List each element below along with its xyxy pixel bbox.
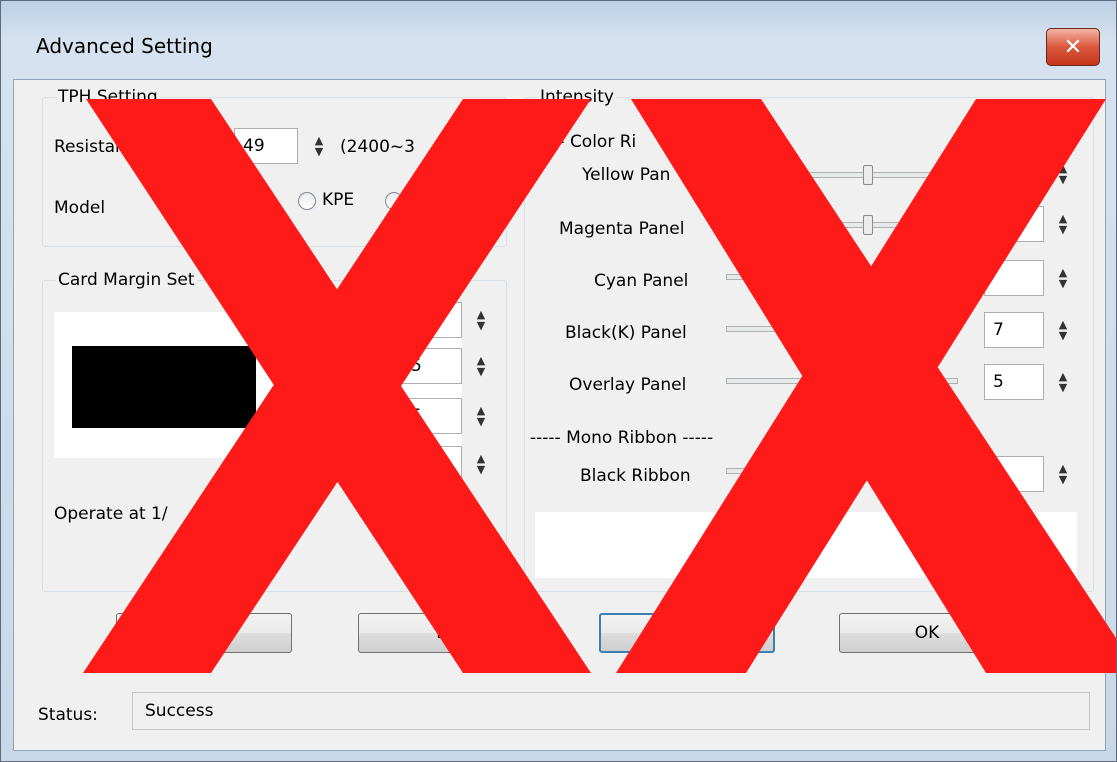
magenta-panel-label: Magenta Panel [559, 219, 685, 239]
status-label: Status: [38, 705, 98, 725]
black-ribbon-label: Black Ribbon [580, 466, 691, 486]
resistance-range-label: (2400~3 [340, 137, 415, 157]
close-icon[interactable]: ✕ [1046, 28, 1100, 66]
cyan-panel-slider[interactable] [726, 267, 958, 287]
slider-thumb[interactable] [863, 267, 873, 287]
slider-thumb[interactable] [863, 319, 873, 339]
tph-setting-label: TPH Setting [56, 87, 160, 107]
dialog-client-area: TPH Setting Resistan 49 ▲ ▼ (2400~3 Model… [13, 79, 1106, 751]
operate-label: Operate at 1/ [54, 504, 168, 524]
cyan-panel-value[interactable] [984, 260, 1044, 296]
intensity-blank-area [535, 512, 1077, 578]
black-k-panel-slider[interactable] [726, 319, 958, 339]
spin-down-icon[interactable]: ▼ [1059, 224, 1067, 235]
button-1[interactable] [116, 613, 292, 653]
spin-down-icon[interactable]: ▼ [1059, 382, 1067, 393]
black-k-panel-label: Black(K) Panel [565, 323, 687, 343]
cyan-panel-spinner[interactable]: ▲ ▼ [1054, 260, 1072, 296]
button-3[interactable] [599, 613, 775, 653]
margin-spinner-4[interactable]: ▲ ▼ [472, 446, 490, 482]
margin-spinner-3[interactable]: ▲ ▼ [472, 398, 490, 434]
spin-down-icon[interactable]: ▼ [1059, 474, 1067, 485]
window-title: Advanced Setting [36, 34, 213, 58]
resistance-spinner[interactable]: ▲ ▼ [310, 128, 328, 164]
mono-ribbon-header: ----- Mono Ribbon ----- [530, 428, 714, 448]
status-field: Success [132, 692, 1090, 730]
spin-down-icon[interactable]: ▼ [1059, 174, 1067, 185]
spin-down-icon[interactable]: ▼ [477, 366, 485, 377]
spin-down-icon[interactable]: ▼ [477, 320, 485, 331]
spin-down-icon[interactable]: ▼ [477, 416, 485, 427]
color-ribbon-header: ---- Color Ri [540, 132, 637, 152]
magenta-panel-value[interactable] [984, 206, 1044, 242]
resistance-input[interactable]: 49 [234, 128, 298, 164]
spin-down-icon[interactable]: ▼ [1059, 278, 1067, 289]
tph-setting-group [42, 97, 507, 247]
model-radio-other[interactable] [385, 192, 403, 210]
ok-button[interactable]: OK [839, 613, 1015, 653]
model-radio-kpe[interactable] [298, 192, 316, 210]
black-ribbon-slider[interactable] [726, 461, 958, 481]
yellow-panel-value[interactable] [984, 156, 1044, 192]
resistance-label: Resistan [54, 137, 126, 157]
slider-thumb[interactable] [863, 371, 873, 391]
card-margin-label: Card Margin Set [56, 270, 197, 290]
slider-thumb[interactable] [863, 461, 873, 481]
margin-field-3[interactable]: 5 [402, 398, 462, 434]
magenta-panel-spinner[interactable]: ▲ ▼ [1054, 206, 1072, 242]
yellow-panel-label: Yellow Pan [582, 165, 671, 185]
yellow-panel-spinner[interactable]: ▲ ▼ [1054, 156, 1072, 192]
margin-spinner-2[interactable]: ▲ ▼ [472, 348, 490, 384]
black-ribbon-spinner[interactable]: ▲ ▼ [1054, 456, 1072, 492]
spin-down-icon[interactable]: ▼ [1059, 330, 1067, 341]
slider-thumb[interactable] [863, 215, 873, 235]
margin-field-2[interactable]: 5 [402, 348, 462, 384]
card-preview-black [72, 346, 256, 428]
black-k-panel-value[interactable]: 7 [984, 312, 1044, 348]
overlay-panel-value[interactable]: 5 [984, 364, 1044, 400]
load-button[interactable]: Lo [358, 613, 534, 653]
model-kpe-label: KPE [322, 190, 355, 210]
margin-field-4[interactable] [402, 446, 462, 482]
overlay-panel-label: Overlay Panel [569, 375, 687, 395]
cyan-panel-label: Cyan Panel [594, 271, 689, 291]
black-ribbon-value[interactable]: 5 [984, 456, 1044, 492]
magenta-panel-slider[interactable] [726, 215, 958, 235]
advanced-setting-window: Advanced Setting ✕ TPH Setting Resistan … [0, 0, 1117, 762]
black-k-panel-spinner[interactable]: ▲ ▼ [1054, 312, 1072, 348]
spin-down-icon[interactable]: ▼ [315, 146, 323, 157]
spin-down-icon[interactable]: ▼ [477, 464, 485, 475]
overlay-panel-spinner[interactable]: ▲ ▼ [1054, 364, 1072, 400]
overlay-panel-slider[interactable] [726, 371, 958, 391]
margin-field-1[interactable] [402, 302, 462, 338]
slider-thumb[interactable] [863, 165, 873, 185]
title-bar: Advanced Setting ✕ [1, 1, 1116, 89]
card-preview [54, 312, 462, 458]
margin-spinner-1[interactable]: ▲ ▼ [472, 302, 490, 338]
intensity-label: Intensity [538, 87, 616, 107]
model-label: Model [54, 198, 106, 218]
yellow-panel-slider[interactable] [726, 165, 958, 185]
